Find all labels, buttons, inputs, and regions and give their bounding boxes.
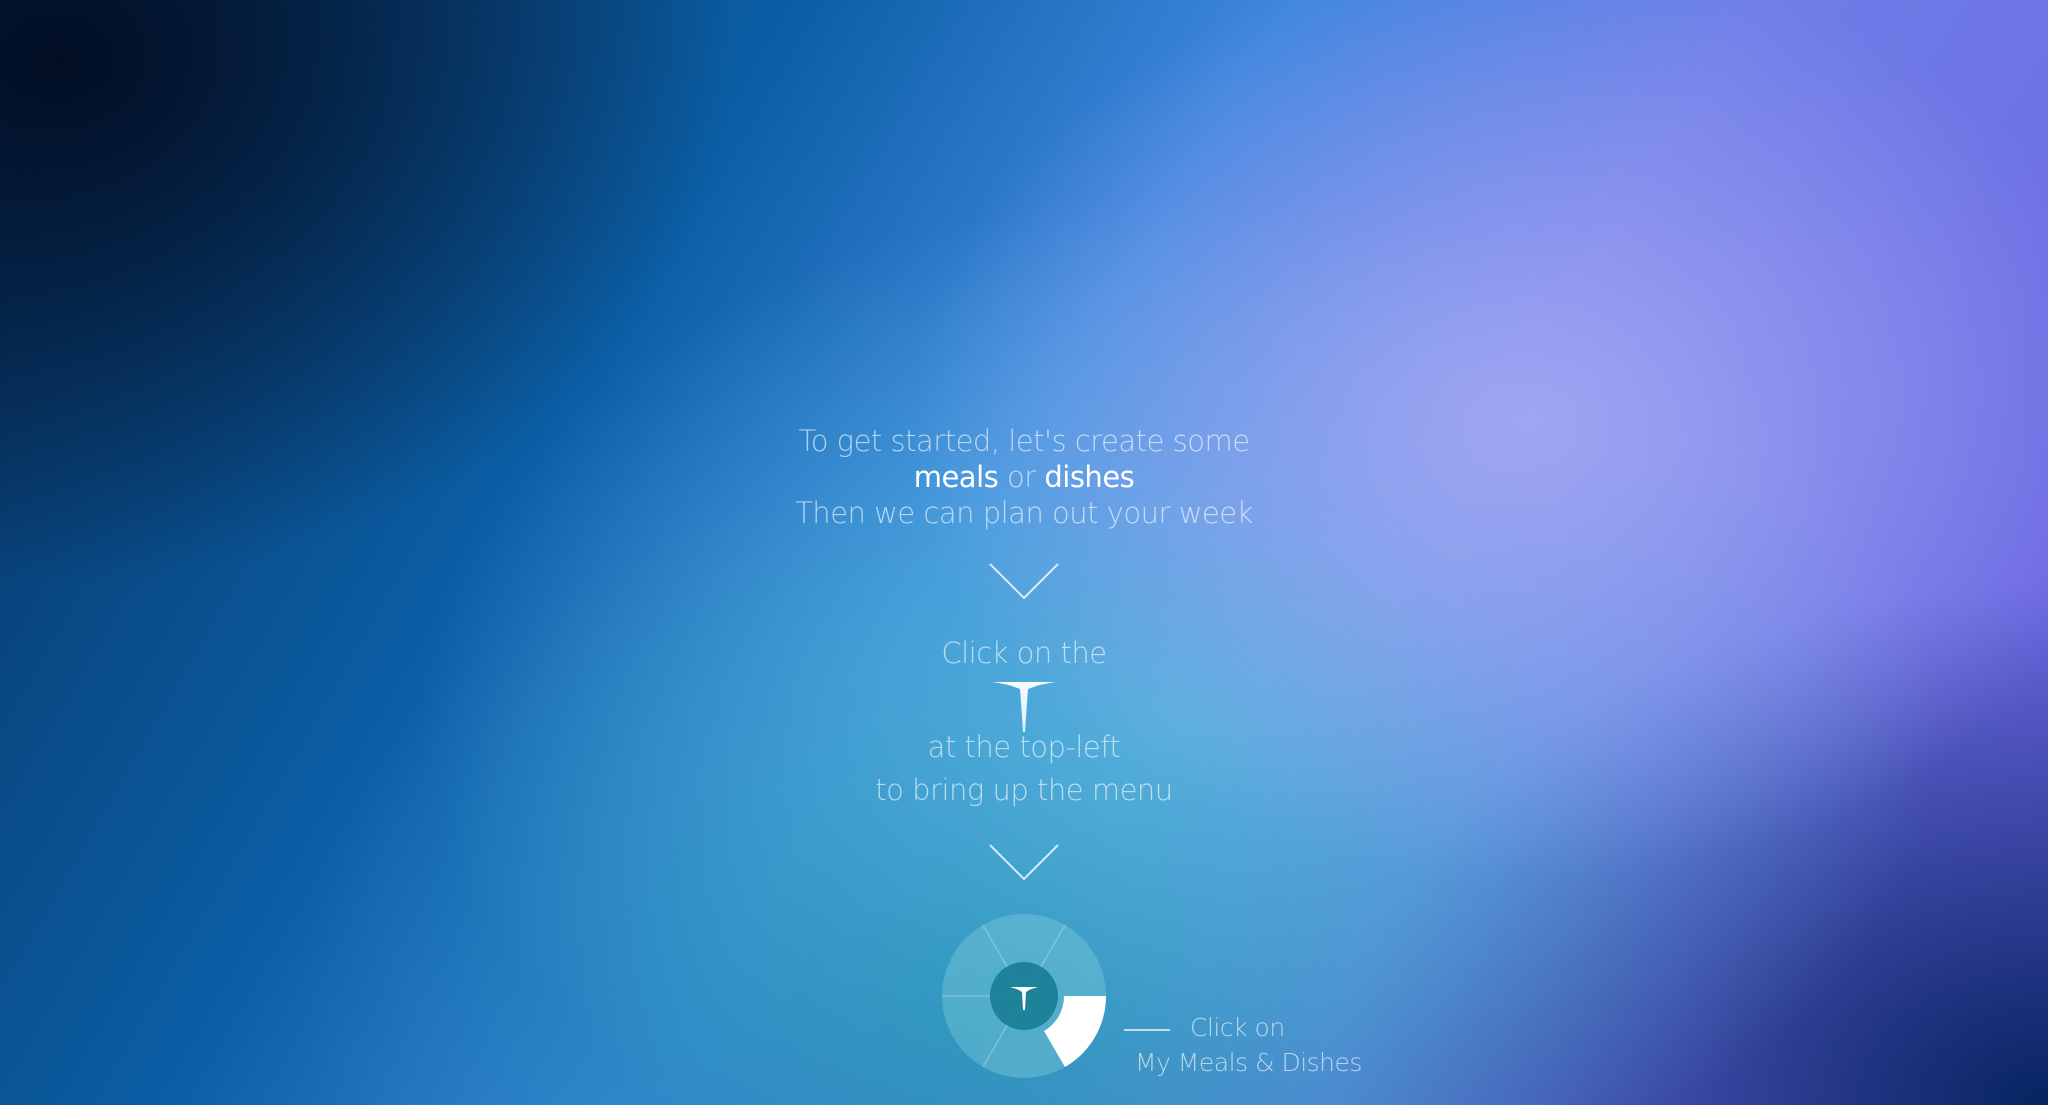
click-on-text: Click on — [1190, 1013, 1285, 1042]
click-on-the-text: Click on the — [941, 636, 1107, 670]
pointer-line — [1124, 1029, 1170, 1031]
chevron-down-icon — [989, 563, 1059, 600]
chevron-down-icon — [989, 844, 1059, 881]
intro-text: To get started, let's create some meals … — [0, 423, 2048, 531]
bring-menu-text: to bring up the menu — [875, 773, 1173, 807]
meals-keyword: meals — [913, 460, 999, 494]
radial-menu-icon — [942, 914, 1106, 1078]
onboarding-screen: { "intro": { "line1": "To get started, l… — [0, 0, 2048, 1105]
dishes-keyword: dishes — [1044, 460, 1135, 494]
intro-line-3: Then we can plan out your week — [795, 496, 1253, 530]
intro-line-2: meals or dishes — [0, 459, 2048, 495]
my-meals-dishes-label: My Meals & Dishes — [1135, 1048, 1362, 1077]
or-word: or — [1006, 460, 1036, 494]
intro-line-1: To get started, let's create some — [798, 424, 1250, 458]
top-left-text: at the top-left — [927, 730, 1121, 764]
t-logo-icon — [992, 682, 1056, 732]
